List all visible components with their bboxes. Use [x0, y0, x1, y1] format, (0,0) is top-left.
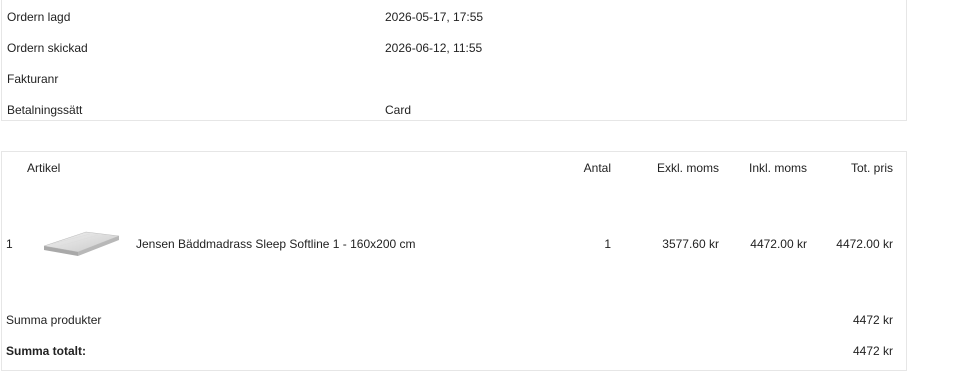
header-inc-vat: Inkl. moms	[748, 161, 807, 175]
payment-method-label: Betalningssätt	[7, 103, 83, 117]
order-placed-value: 2026-05-17, 17:55	[385, 10, 484, 24]
order-shipped-label: Ordern skickad	[7, 41, 88, 55]
row-index: 1	[6, 237, 13, 251]
sum-products-label: Summa produkter	[6, 313, 102, 327]
sum-total-label: Summa totalt:	[6, 344, 87, 358]
sum-products-value: 4472 kr	[852, 313, 893, 327]
sum-total-value: 4472 kr	[852, 344, 893, 358]
order-placed-label: Ordern lagd	[7, 10, 71, 24]
row-total: 4472.00 kr	[836, 237, 893, 251]
order-placed-row: Ordern lagd 2026-05-17, 17:55	[2, 1, 906, 32]
payment-method-value: Card	[385, 103, 412, 117]
header-article: Artikel	[27, 161, 61, 175]
invoice-number-row: Fakturanr	[2, 63, 906, 94]
header-quantity: Antal	[583, 161, 611, 175]
invoice-number-label: Fakturanr	[7, 72, 59, 86]
row-ex-vat: 3577.60 kr	[662, 237, 719, 251]
product-name[interactable]: Jensen Bäddmadrass Sleep Softline 1 - 16…	[136, 237, 416, 251]
payment-method-row: Betalningssätt Card	[2, 94, 906, 125]
row-inc-vat: 4472.00 kr	[750, 237, 807, 251]
header-total: Tot. pris	[850, 161, 893, 175]
order-shipped-value: 2026-06-12, 11:55	[385, 41, 483, 55]
order-shipped-row: Ordern skickad 2026-06-12, 11:55	[2, 32, 906, 63]
order-info-panel: Ordern lagd 2026-05-17, 17:55 Ordern ski…	[1, 0, 907, 121]
order-lines-panel: Artikel Antal Exkl. moms Inkl. moms Tot.…	[1, 151, 907, 371]
row-quantity: 1	[604, 237, 611, 251]
mattress-topper-image[interactable]	[40, 224, 122, 260]
header-ex-vat: Exkl. moms	[656, 161, 719, 175]
